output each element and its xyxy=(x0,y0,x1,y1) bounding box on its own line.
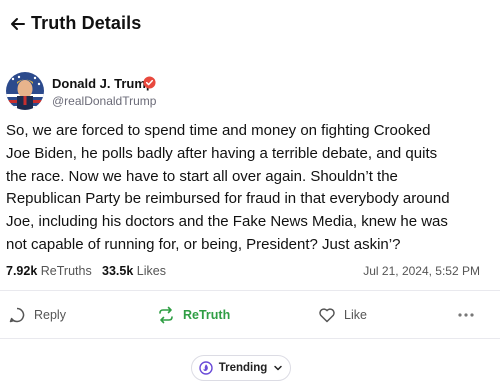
divider xyxy=(0,338,500,339)
chevron-down-icon xyxy=(274,365,283,371)
page-header: Truth Details xyxy=(0,0,500,50)
action-bar: Reply ReTruth Like xyxy=(0,298,500,332)
reply-button[interactable]: Reply xyxy=(8,298,66,332)
more-options-icon[interactable] xyxy=(456,306,476,324)
likes-count: 33.5k xyxy=(102,264,134,278)
reply-icon xyxy=(9,307,25,323)
like-button[interactable]: Like xyxy=(318,298,367,332)
like-label: Like xyxy=(344,308,367,322)
retruths-label: ReTruths xyxy=(40,264,92,278)
reply-label: Reply xyxy=(34,308,66,322)
back-arrow-icon[interactable] xyxy=(8,14,28,34)
retruth-icon xyxy=(159,306,173,324)
retruths-count: 7.92k xyxy=(6,264,38,278)
retruth-button[interactable]: ReTruth xyxy=(157,298,230,332)
post-stats: 7.92k ReTruths 33.5k Likes Jul 21, 2024,… xyxy=(6,264,492,280)
author-name[interactable]: Donald J. Trump xyxy=(52,76,154,91)
heart-icon xyxy=(319,308,335,323)
divider xyxy=(0,290,500,291)
trending-button[interactable]: Trending xyxy=(191,355,291,381)
retruth-label: ReTruth xyxy=(183,308,231,322)
page-title: Truth Details xyxy=(31,13,142,33)
retruths-stat[interactable]: 7.92k ReTruths xyxy=(6,264,92,278)
post-timestamp: Jul 21, 2024, 5:52 PM xyxy=(363,264,480,278)
post-body: So, we are forced to spend time and mone… xyxy=(6,122,450,253)
likes-stat[interactable]: 33.5k Likes xyxy=(102,264,166,278)
avatar-image xyxy=(6,72,44,110)
avatar[interactable] xyxy=(6,72,44,110)
author-handle[interactable]: @realDonaldTrump xyxy=(52,94,156,108)
likes-label: Likes xyxy=(136,264,166,278)
trending-icon xyxy=(199,361,213,375)
verified-badge-icon xyxy=(143,76,156,89)
trending-label: Trending xyxy=(218,362,268,374)
